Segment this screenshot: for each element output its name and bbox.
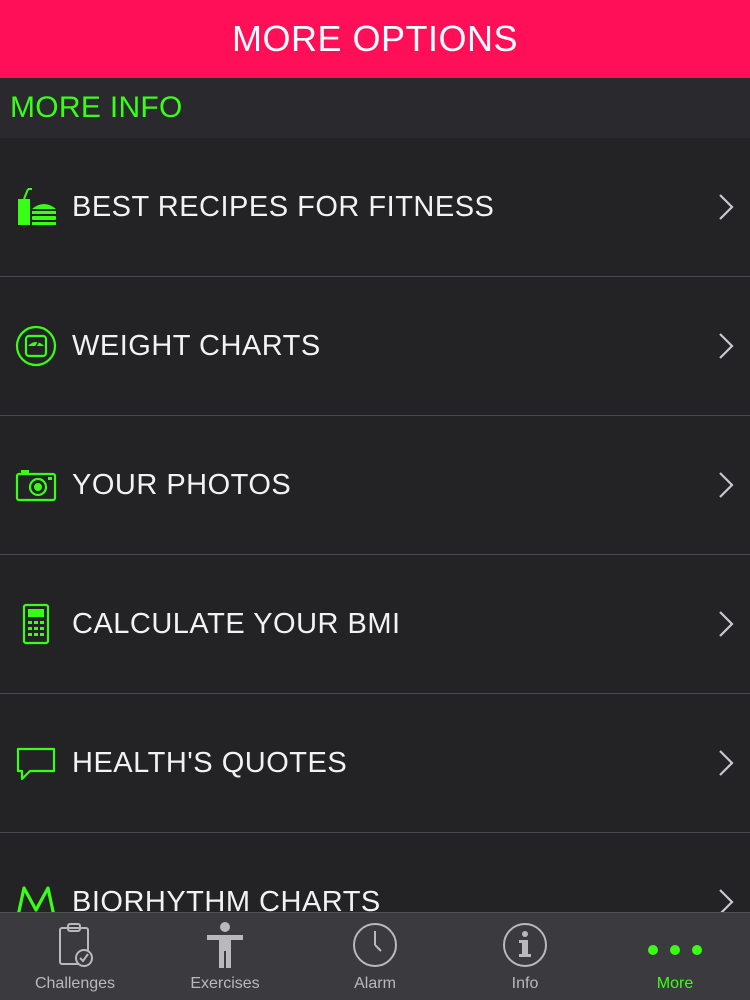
page-title: MORE OPTIONS <box>231 18 519 59</box>
chevron-right-icon <box>719 889 734 912</box>
list-item-label: CALCULATE YOUR BMI <box>72 607 401 640</box>
list-item-weight-charts[interactable]: WEIGHT CHARTS <box>0 277 750 416</box>
list-item-photos[interactable]: YOUR PHOTOS <box>0 416 750 555</box>
calculator-icon <box>14 602 58 646</box>
tab-label: Info <box>511 975 539 992</box>
person-icon <box>203 917 247 973</box>
tab-more[interactable]: More <box>600 913 750 1000</box>
tab-bar: Challenges Exercises Alarm Info More <box>0 912 750 1000</box>
tab-label: Challenges <box>34 975 116 992</box>
options-list: BEST RECIPES FOR FITNESS WEIGHT CHARTS Y… <box>0 138 750 912</box>
food-icon <box>14 185 58 229</box>
list-item-label: HEALTH'S QUOTES <box>72 746 348 779</box>
list-item-label: BEST RECIPES FOR FITNESS <box>72 190 495 223</box>
list-item-recipes[interactable]: BEST RECIPES FOR FITNESS <box>0 138 750 277</box>
section-header: MORE INFO <box>0 78 750 138</box>
list-item-label: BIORHYTHM CHARTS <box>72 885 381 913</box>
list-item-biorhythm[interactable]: BIORHYTHM CHARTS <box>0 833 750 912</box>
tab-label: Exercises <box>190 975 260 992</box>
camera-icon <box>14 463 58 507</box>
chevron-right-icon <box>719 472 734 498</box>
clipboard-check-icon <box>53 917 97 973</box>
list-item-bmi[interactable]: CALCULATE YOUR BMI <box>0 555 750 694</box>
chevron-right-icon <box>719 333 734 359</box>
tab-label: Alarm <box>354 975 396 992</box>
list-item-label: WEIGHT CHARTS <box>72 329 321 362</box>
tab-challenges[interactable]: Challenges <box>0 913 150 1000</box>
section-title: MORE INFO <box>10 91 183 124</box>
info-icon <box>501 917 549 973</box>
speech-bubble-icon <box>14 741 58 785</box>
biorhythm-icon <box>14 880 58 912</box>
tab-label: More <box>656 975 694 992</box>
top-header: MORE OPTIONS <box>0 0 750 78</box>
tab-exercises[interactable]: Exercises <box>150 913 300 1000</box>
chevron-right-icon <box>719 611 734 637</box>
more-dots-icon <box>645 917 705 973</box>
chevron-right-icon <box>719 194 734 220</box>
chevron-right-icon <box>719 750 734 776</box>
tab-alarm[interactable]: Alarm <box>300 913 450 1000</box>
list-item-label: YOUR PHOTOS <box>72 468 292 501</box>
scale-icon <box>14 324 58 368</box>
tab-info[interactable]: Info <box>450 913 600 1000</box>
list-item-quotes[interactable]: HEALTH'S QUOTES <box>0 694 750 833</box>
clock-icon <box>351 917 399 973</box>
